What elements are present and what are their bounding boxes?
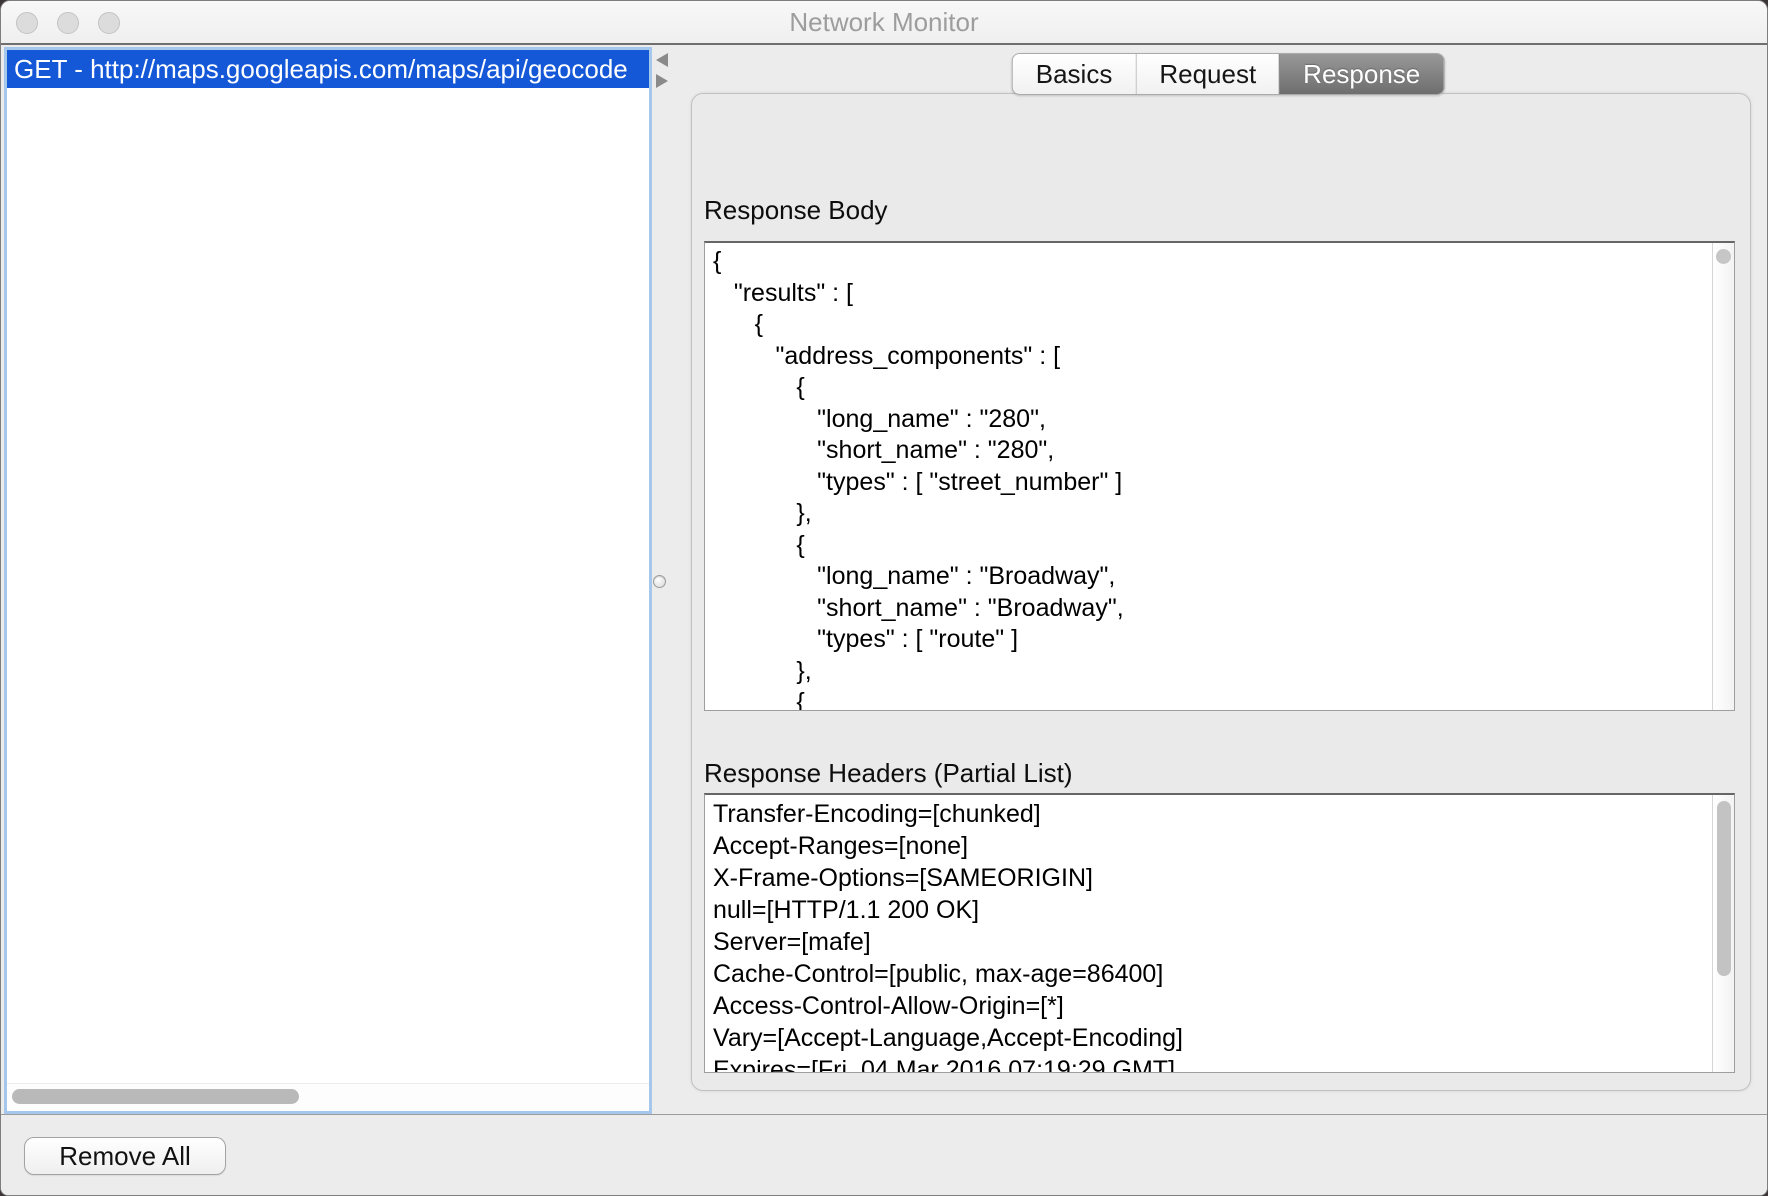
body-line: { (713, 530, 1712, 562)
body-line: { (713, 687, 1712, 710)
header-line: null=[HTTP/1.1 200 OK] (713, 894, 1712, 926)
header-line: Access-Control-Allow-Origin=[*] (713, 990, 1712, 1022)
response-headers-content: Transfer-Encoding=[chunked] Accept-Range… (705, 795, 1712, 1072)
header-line: Cache-Control=[public, max-age=86400] (713, 958, 1712, 990)
body-line: "long_name" : "280", (713, 404, 1712, 436)
response-headers-textarea[interactable]: Transfer-Encoding=[chunked] Accept-Range… (704, 793, 1735, 1073)
body-line: "short_name" : "Broadway", (713, 593, 1712, 625)
response-body-label: Response Body (704, 195, 888, 226)
body-line: }, (713, 498, 1712, 530)
response-body-scrollbar-thumb[interactable] (1716, 249, 1731, 264)
response-headers-scrollbar-track[interactable] (1712, 795, 1734, 1072)
header-line: Server=[mafe] (713, 926, 1712, 958)
window-title: Network Monitor (1, 1, 1767, 43)
splitter-expand-right-icon[interactable] (656, 74, 668, 88)
body-line: { (713, 372, 1712, 404)
remove-all-button[interactable]: Remove All (24, 1137, 226, 1175)
horizontal-scrollbar-thumb[interactable] (12, 1089, 299, 1104)
request-list[interactable]: GET - http://maps.googleapis.com/maps/ap… (4, 47, 652, 1114)
request-list-item-selected[interactable]: GET - http://maps.googleapis.com/maps/ap… (7, 50, 649, 88)
body-line: "short_name" : "280", (713, 435, 1712, 467)
bottom-bar: Remove All (1, 1114, 1767, 1196)
header-line: Transfer-Encoding=[chunked] (713, 798, 1712, 830)
body-line: "long_name" : "Broadway", (713, 561, 1712, 593)
header-line: Vary=[Accept-Language,Accept-Encoding] (713, 1022, 1712, 1054)
header-line: Expires=[Fri, 04 Mar 2016 07:19:29 GMT] (713, 1054, 1712, 1072)
response-headers-scrollbar-thumb[interactable] (1717, 801, 1731, 976)
splitter-collapse-left-icon[interactable] (656, 53, 668, 67)
response-body-scrollbar-track[interactable] (1712, 243, 1734, 710)
body-line: "results" : [ (713, 278, 1712, 310)
header-line: X-Frame-Options=[SAMEORIGIN] (713, 862, 1712, 894)
body-line: "types" : [ "route" ] (713, 624, 1712, 656)
tab-request[interactable]: Request (1135, 54, 1279, 94)
tab-basics[interactable]: Basics (1013, 54, 1136, 94)
tab-bar: Basics Request Response (1012, 53, 1445, 95)
response-body-content: { "results" : [ { "address_components" :… (705, 243, 1712, 710)
body-line: "types" : [ "street_number" ] (713, 467, 1712, 499)
splitter-drag-handle-icon[interactable] (653, 575, 666, 588)
body-line: }, (713, 656, 1712, 688)
body-line: "address_components" : [ (713, 341, 1712, 373)
network-monitor-window: Network Monitor GET - http://maps.google… (0, 0, 1768, 1196)
body-line: { (713, 309, 1712, 341)
title-bar: Network Monitor (1, 1, 1767, 45)
header-line: Accept-Ranges=[none] (713, 830, 1712, 862)
response-headers-label: Response Headers (Partial List) (704, 758, 1073, 789)
horizontal-scrollbar-track[interactable] (7, 1083, 649, 1111)
body-line: { (713, 246, 1712, 278)
response-body-textarea[interactable]: { "results" : [ { "address_components" :… (704, 241, 1735, 711)
tab-response[interactable]: Response (1279, 54, 1443, 94)
